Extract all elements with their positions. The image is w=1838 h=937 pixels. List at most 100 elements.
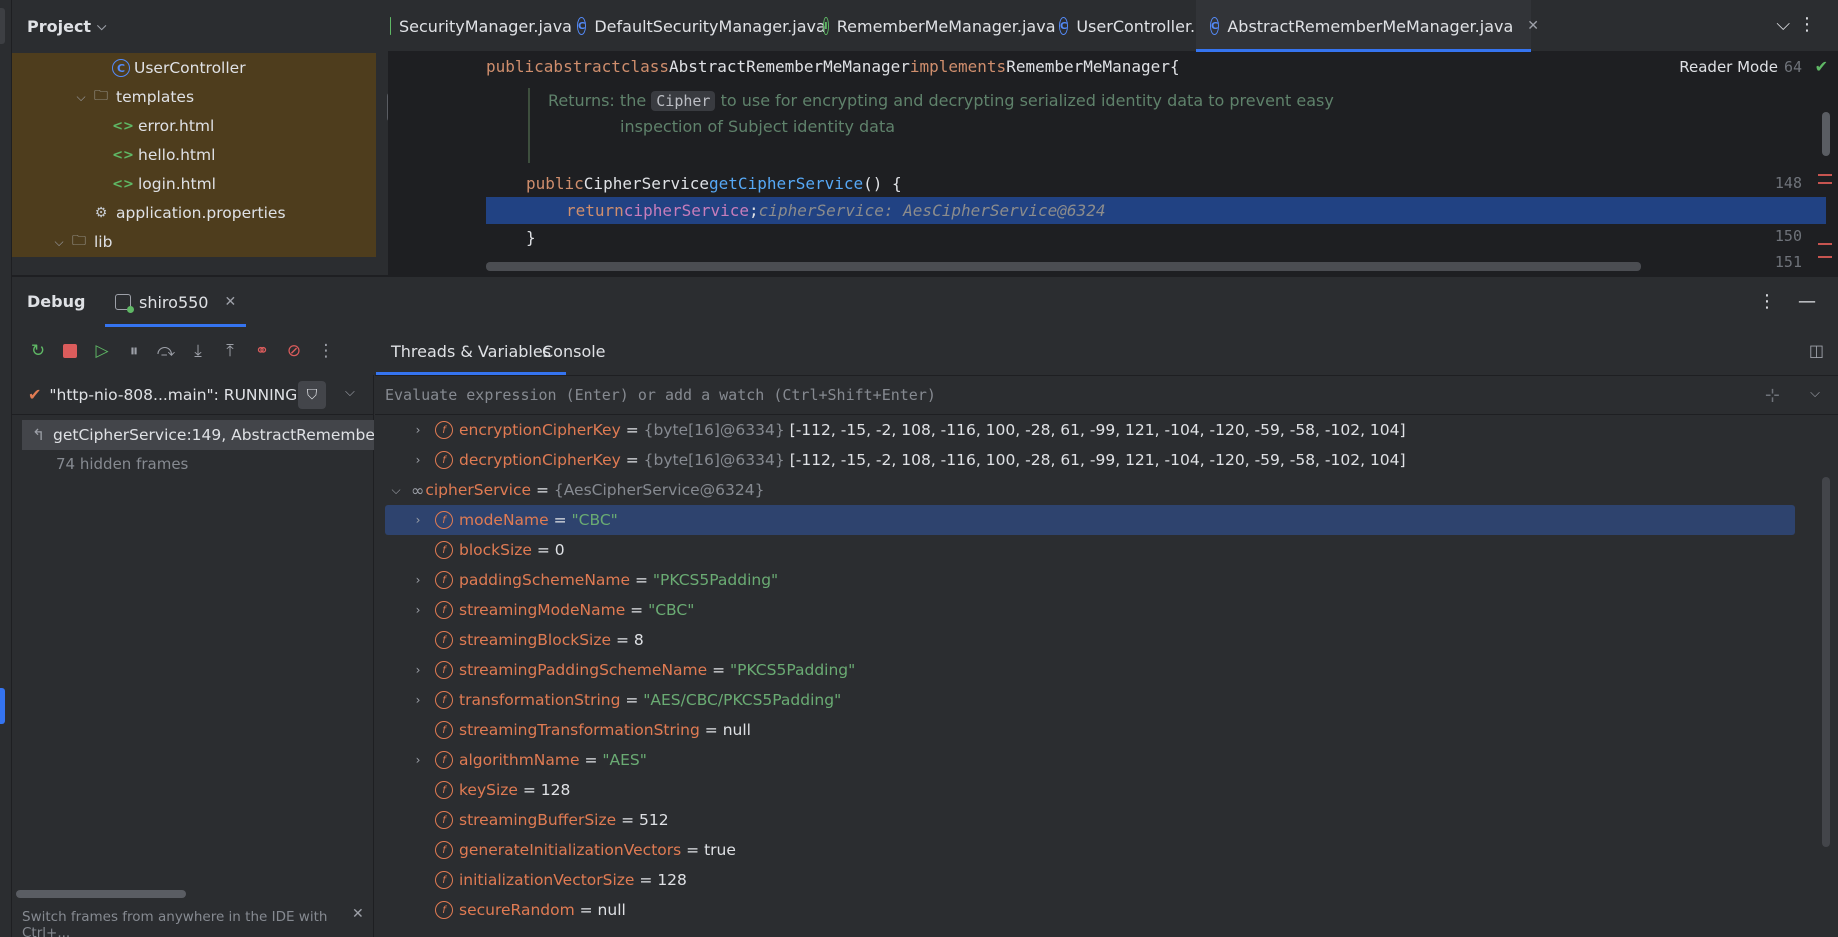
close-icon[interactable]: ✕ (224, 294, 236, 310)
project-tree-item[interactable]: <> hello.html (12, 140, 376, 170)
editor-tab[interactable]: SecurityManager.java (388, 0, 572, 52)
chevron-right-icon[interactable]: › (409, 753, 427, 767)
chevron-down-icon[interactable]: ⌵ (72, 90, 90, 105)
variables-scrollbar[interactable] (1822, 477, 1830, 847)
variable-row[interactable]: f generateInitializationVectors = true (375, 835, 1825, 865)
reader-mode-button[interactable]: Reader Mode (1679, 58, 1778, 76)
chevron-right-icon[interactable]: › (409, 603, 427, 617)
frames-hint: Switch frames from anywhere in the IDE w… (22, 909, 328, 937)
editor-tab[interactable]: C UserController.class (1045, 0, 1235, 52)
filter-icon[interactable]: ⛉ (298, 381, 326, 409)
active-tool-window-marker[interactable] (0, 688, 5, 724)
tab-list-chevron-icon[interactable]: ⌵ (1776, 14, 1790, 35)
variable-row[interactable]: › f transformationString = "AES/CBC/PKCS5P… (375, 685, 1825, 715)
code-line-149-execution-point[interactable]: return cipherService; cipherService: Aes… (486, 197, 1826, 224)
debug-session-tab[interactable]: shiro550 ✕ (104, 277, 247, 327)
class-icon: C (112, 59, 130, 77)
project-tree-item[interactable]: <> login.html (12, 169, 376, 199)
editor-tab[interactable]: I RememberMeManager.java (809, 0, 1056, 52)
variable-row[interactable]: f streamingBlockSize = 8 (375, 625, 1825, 655)
equals-sign: = (634, 871, 658, 889)
variable-name: streamingTransformationString (459, 721, 700, 739)
variable-row[interactable]: › f streamingPaddingSchemeName = "PKCS5Pad… (375, 655, 1825, 685)
variable-row[interactable]: f secureRandom = null (375, 895, 1825, 925)
editor-tab[interactable]: C AbstractRememberMeManager.java ✕ (1196, 0, 1539, 52)
editor-tab-label: DefaultSecurityManager.java (594, 16, 826, 36)
add-watch-icon[interactable]: ⊹ (1765, 385, 1780, 406)
project-header[interactable]: Project ⌵ (12, 0, 388, 52)
variable-row[interactable]: f blockSize = 0 (375, 535, 1825, 565)
chevron-down-icon[interactable]: ⌵ (1810, 386, 1820, 401)
variable-row-selected[interactable]: › f modeName = "CBC" (385, 505, 1795, 535)
chevron-right-icon[interactable]: › (409, 513, 427, 527)
variable-row[interactable]: › f encryptionCipherKey = {byte[16]@6334} … (375, 415, 1825, 445)
more-options-icon[interactable]: ⋮ (314, 339, 338, 363)
chevron-right-icon[interactable]: › (409, 573, 427, 587)
error-stripe-mark[interactable] (1818, 243, 1832, 245)
tool-window-marker[interactable] (0, 8, 5, 44)
method-name: getCipherService (709, 174, 864, 193)
frames-horizontal-scrollbar[interactable] (16, 890, 186, 898)
step-out-icon[interactable]: ⤒ (218, 339, 242, 363)
chevron-right-icon[interactable]: › (409, 423, 427, 437)
error-stripe-mark[interactable] (1818, 174, 1832, 176)
pause-icon[interactable]: ⏸ (122, 339, 146, 363)
variable-row[interactable]: f initializationVectorSize = 128 (375, 865, 1825, 895)
editor-tab[interactable]: C DefaultSecurityManager.java (563, 0, 826, 52)
chevron-right-icon[interactable]: › (409, 663, 427, 677)
editor-horizontal-scrollbar[interactable] (486, 262, 1641, 271)
project-tree-item[interactable]: ⚙ application.properties (12, 198, 376, 228)
equals-sign: = (620, 421, 644, 439)
variable-name: encryptionCipherKey (459, 421, 621, 439)
variable-row[interactable]: ⌵ ∞ cipherService = {AesCipherService@6324… (375, 475, 1825, 505)
step-over-icon[interactable]: ⤼ (154, 339, 178, 363)
error-stripe-mark[interactable] (1818, 256, 1832, 258)
step-into-icon[interactable]: ⤓ (186, 339, 210, 363)
class-name: AbstractRememberMeManager (669, 57, 910, 76)
variable-row[interactable]: › f decryptionCipherKey = {byte[16]@6334} … (375, 445, 1825, 475)
rerun-icon[interactable]: ↻ (26, 339, 50, 363)
minimize-icon[interactable]: — (1798, 291, 1816, 312)
hidden-frames-link[interactable]: 74 hidden frames (56, 455, 188, 473)
variable-row[interactable]: f keySize = 128 (375, 775, 1825, 805)
html-icon: <> (112, 118, 134, 134)
close-icon[interactable]: ✕ (352, 906, 364, 922)
code-line-148[interactable]: public CipherService getCipherService() … (486, 170, 1826, 197)
more-options-icon[interactable]: ⋮ (1758, 291, 1776, 312)
project-tree-item[interactable]: <> error.html (12, 111, 376, 141)
error-stripe-mark[interactable] (1818, 182, 1832, 184)
line-number: 151 (1774, 253, 1802, 271)
check-icon[interactable]: ✔ (1815, 57, 1828, 76)
stack-frame-row[interactable]: ↰ getCipherService:149, AbstractRemember… (22, 420, 374, 450)
tab-threads-variables[interactable]: Threads & Variables (375, 327, 567, 375)
chevron-down-icon[interactable]: ⌵ (345, 385, 355, 400)
variable-row[interactable]: › f paddingSchemeName = "PKCS5Padding" (375, 565, 1825, 595)
sticky-class-line[interactable]: public abstract class AbstractRememberMe… (486, 53, 1826, 80)
field-icon: f (435, 661, 453, 679)
editor-vertical-scrollbar[interactable] (1822, 112, 1830, 156)
layout-icon[interactable]: ◫ (1809, 341, 1824, 360)
chevron-down-icon[interactable]: ⌵ (387, 483, 405, 498)
project-tree-item[interactable]: ⌵ 🗀 templates (12, 82, 376, 112)
keyword: public (486, 57, 544, 76)
variable-row[interactable]: f streamingTransformationString = null (375, 715, 1825, 745)
code-line-150[interactable]: } (486, 224, 1826, 251)
chevron-down-icon[interactable]: ⌵ (97, 19, 106, 34)
variable-row[interactable]: › f algorithmName = "AES" (375, 745, 1825, 775)
tab-console[interactable]: Console (542, 327, 606, 375)
close-icon[interactable]: ✕ (1527, 18, 1539, 34)
chevron-right-icon[interactable]: › (409, 453, 427, 467)
evaluate-expression-input[interactable] (385, 386, 1685, 404)
project-tree-item[interactable]: ⌵ 🗀 lib (12, 227, 376, 257)
resume-icon[interactable]: ▷ (90, 339, 114, 363)
chevron-right-icon[interactable]: › (409, 693, 427, 707)
stop-icon[interactable] (58, 339, 82, 363)
project-tree-item[interactable]: C UserController (12, 53, 376, 83)
chevron-down-icon[interactable]: ⌵ (50, 235, 68, 250)
mute-breakpoints-icon[interactable]: ⊘ (282, 339, 306, 363)
variable-row[interactable]: › f streamingModeName = "CBC" (375, 595, 1825, 625)
keyword: return (566, 201, 624, 220)
view-breakpoints-icon[interactable]: ⚭ (250, 339, 274, 363)
variable-row[interactable]: f streamingBufferSize = 512 (375, 805, 1825, 835)
more-options-icon[interactable]: ⋮ (1798, 14, 1816, 35)
